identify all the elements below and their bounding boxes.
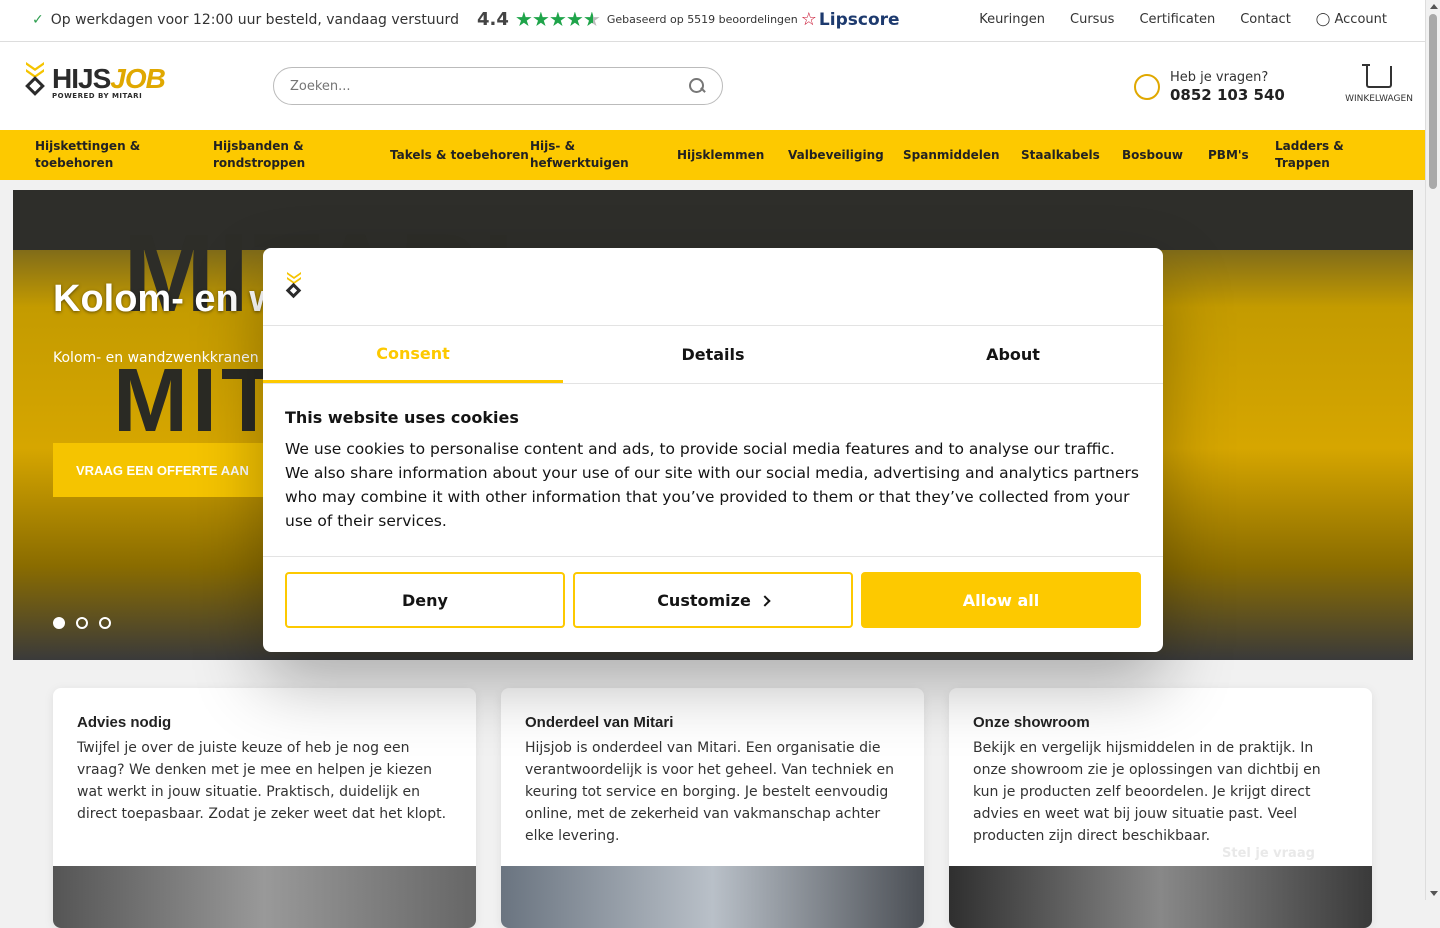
link-account[interactable]: ◯ Account <box>1316 12 1387 27</box>
check-icon: ✓ <box>32 12 44 28</box>
help-phone[interactable]: 0852 103 540 <box>1170 86 1285 104</box>
card-title: Onze showroom <box>973 714 1090 731</box>
customize-label: Customize <box>657 590 751 610</box>
nav-item-ladders[interactable]: Ladders & Trappen <box>1275 138 1365 172</box>
nav-item-hijsklemmen[interactable]: Hijsklemmen <box>677 147 788 164</box>
deny-button[interactable]: Deny <box>285 572 565 628</box>
card-text: Hijsjob is onderdeel van Mitari. Een org… <box>525 740 894 844</box>
account-label: Account <box>1334 12 1388 27</box>
nav-item-hefwerktuigen[interactable]: Hijs- & hefwerktuigen <box>530 138 677 172</box>
lipscore-label: Lipscore <box>818 9 900 30</box>
nav-item-staalkabels[interactable]: Staalkabels <box>1021 147 1122 164</box>
cookie-consent-dialog: Consent Details About This website uses … <box>263 248 1163 652</box>
logo-main: HIJS <box>52 62 111 94</box>
card-advies[interactable]: Advies nodig Twijfel je over de juiste k… <box>53 688 476 928</box>
nav-item-hijsbanden[interactable]: Hijsbanden & rondstroppen <box>213 138 390 172</box>
deny-label: Deny <box>402 590 448 610</box>
review-widget[interactable]: 4.4 Gebaseerd op 5519 beoordelingen ☆ Lip… <box>477 9 900 30</box>
carousel-dot[interactable] <box>76 617 88 629</box>
nav-item-spanmiddelen[interactable]: Spanmiddelen <box>903 147 1021 164</box>
card-title: Onderdeel van Mitari <box>525 714 674 731</box>
allow-label: Allow all <box>962 590 1040 610</box>
quote-request-button[interactable]: VRAAG EEN OFFERTE AAN <box>53 443 283 497</box>
scroll-up-icon[interactable] <box>1430 4 1438 9</box>
rating-stars <box>516 11 600 28</box>
consent-heading: This website uses cookies <box>285 408 519 427</box>
rating-based-text: Gebaseerd op 5519 beoordelingen <box>606 13 798 26</box>
cart-button[interactable]: WINKELWAGEN <box>1344 64 1414 104</box>
link-keuringen[interactable]: Keuringen <box>979 12 1045 27</box>
carousel-dot[interactable] <box>53 617 65 629</box>
logo-mark-icon <box>24 62 46 102</box>
star-icon <box>516 11 532 27</box>
carousel-dot[interactable] <box>99 617 111 629</box>
search-input[interactable] <box>290 78 688 94</box>
link-cursus[interactable]: Cursus <box>1070 12 1114 27</box>
nav-item-pbm[interactable]: PBM's <box>1208 147 1275 164</box>
cta-label: VRAAG EEN OFFERTE AAN <box>76 462 249 478</box>
search-bar <box>273 67 723 105</box>
consent-text: We use cookies to personalise content an… <box>285 440 1139 530</box>
site-logo[interactable]: HIJSJOB POWERED BY MITARI <box>24 62 166 102</box>
star-icon <box>550 11 566 27</box>
link-certificaten[interactable]: Certificaten <box>1139 12 1215 27</box>
lipscore-logo: ☆ Lipscore <box>801 9 900 30</box>
nav-item-hijskettingen[interactable]: Hijskettingen & toebehoren <box>35 138 213 172</box>
tab-about[interactable]: About <box>863 326 1163 383</box>
user-icon: ◯ <box>1315 12 1331 27</box>
nav-item-bosbouw[interactable]: Bosbouw <box>1122 147 1208 164</box>
category-nav: Hijskettingen & toebehoren Hijsbanden & … <box>0 130 1425 180</box>
card-showroom[interactable]: Onze showroom Bekijk en vergelijk hijsmi… <box>949 688 1372 928</box>
allow-all-button[interactable]: Allow all <box>861 572 1141 628</box>
card-image <box>53 866 476 928</box>
nav-item-valbeveiliging[interactable]: Valbeveiliging <box>788 147 903 164</box>
link-contact[interactable]: Contact <box>1240 12 1291 27</box>
hero-subtitle: Kolom- en wandzwenkkranen in <box>53 350 276 366</box>
tab-consent[interactable]: Consent <box>263 326 563 383</box>
help-contact[interactable]: Heb je vragen? 0852 103 540 <box>1134 70 1285 104</box>
shipping-text: Op werkdagen voor 12:00 uur besteld, van… <box>50 12 459 28</box>
star-half-icon <box>584 11 600 27</box>
card-image <box>501 866 924 928</box>
logo-wordmark: HIJSJOB POWERED BY MITARI <box>52 62 166 100</box>
card-text: Bekijk en vergelijk hijsmiddelen in de p… <box>973 740 1321 844</box>
hero-title: Kolom- en w <box>53 278 279 320</box>
card-text: Twijfel je over de juiste keuze of heb j… <box>77 740 447 822</box>
rating-score: 4.4 <box>477 9 509 30</box>
card-mitari[interactable]: Onderdeel van Mitari Hijsjob is onderdee… <box>501 688 924 928</box>
headset-icon <box>1134 73 1160 100</box>
logo-accent: JOB <box>110 62 166 94</box>
tab-details[interactable]: Details <box>563 326 863 383</box>
scroll-down-icon[interactable] <box>1430 891 1438 896</box>
consent-tabs: Consent Details About <box>263 326 1163 384</box>
help-question: Heb je vragen? <box>1170 70 1269 85</box>
nav-item-takels[interactable]: Takels & toebehoren <box>390 147 530 164</box>
star-icon <box>567 11 583 27</box>
cart-label: WINKELWAGEN <box>1345 94 1413 104</box>
carousel-dots <box>53 617 111 629</box>
site-header: HIJSJOB POWERED BY MITARI Heb je vragen?… <box>0 42 1425 130</box>
scroll-thumb[interactable] <box>1429 14 1437 189</box>
page-scrollbar[interactable] <box>1425 0 1440 900</box>
dialog-header <box>263 248 1163 326</box>
top-bar: ✓ Op werkdagen voor 12:00 uur besteld, v… <box>0 0 1425 42</box>
search-icon[interactable] <box>688 77 706 95</box>
consent-body: This website uses cookies We use cookies… <box>263 384 1163 557</box>
chat-widget-button[interactable]: Stel je vraag <box>1222 846 1315 861</box>
brand-logo-icon <box>285 272 305 302</box>
lipscore-star-icon: ☆ <box>800 9 817 30</box>
cart-icon <box>1362 64 1392 88</box>
customize-button[interactable]: Customize <box>573 572 853 628</box>
info-cards: Advies nodig Twijfel je over de juiste k… <box>53 688 1372 928</box>
utility-nav: Keuringen Cursus Certificaten Contact ◯ … <box>979 12 1387 27</box>
star-icon <box>533 11 549 27</box>
card-title: Advies nodig <box>77 714 172 731</box>
card-image <box>949 866 1372 928</box>
logo-sub: POWERED BY MITARI <box>52 91 143 100</box>
shipping-notice: ✓ Op werkdagen voor 12:00 uur besteld, v… <box>32 12 459 28</box>
consent-actions: Deny Customize Allow all <box>263 557 1163 643</box>
chevron-right-icon <box>759 595 771 607</box>
